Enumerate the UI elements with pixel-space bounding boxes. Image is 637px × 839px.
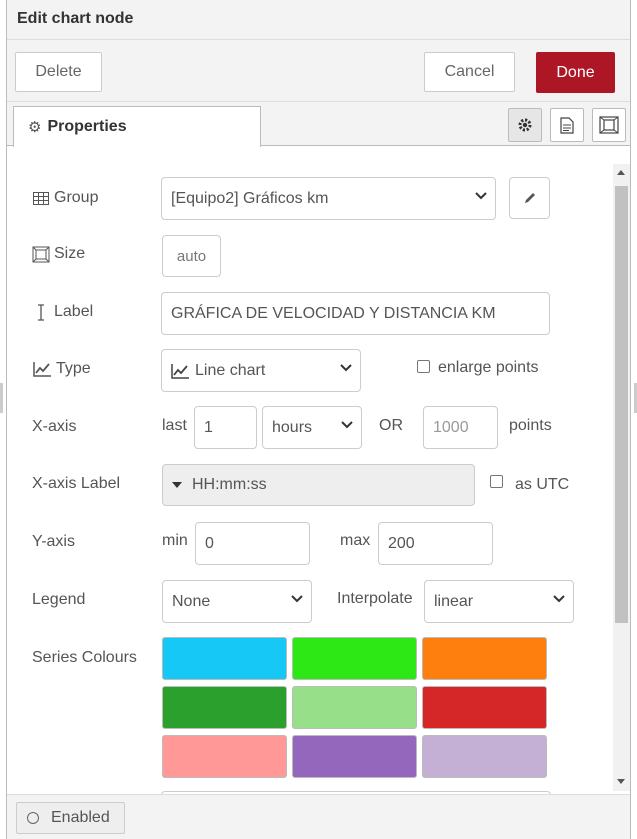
edit-group-button[interactable] (509, 177, 550, 219)
interpolate-label: Interpolate (337, 590, 413, 607)
appearance-tab-button[interactable] (592, 108, 626, 142)
yaxis-min-label: min (162, 532, 188, 549)
xaxis-label: X-axis (32, 418, 77, 435)
interpolate-select[interactable]: linear (424, 580, 574, 623)
chevron-down-icon (291, 595, 303, 603)
edit-tray: Edit chart node Delete Cancel Done ⚙ Pro… (6, 0, 631, 839)
size-label: Size (32, 243, 85, 265)
as-utc-label: as UTC (515, 476, 570, 493)
scrollbar[interactable] (613, 164, 630, 791)
enlarge-points-checkbox[interactable] (417, 360, 430, 373)
properties-form: Group [Equipo2] Gráficos km Size auto La… (7, 146, 612, 794)
yaxis-max-label: max (340, 532, 371, 549)
scroll-down-icon[interactable] (617, 779, 625, 784)
dialog-title: Edit chart node (17, 10, 134, 27)
group-select[interactable]: [Equipo2] Gráficos km (161, 177, 496, 220)
series-colours-label: Series Colours (32, 649, 137, 666)
type-select[interactable]: Line chart (161, 349, 361, 392)
scroll-up-icon[interactable] (617, 170, 625, 175)
properties-tab-button[interactable] (508, 108, 542, 142)
delete-button[interactable]: Delete (15, 52, 102, 92)
series-colour-swatch[interactable] (422, 735, 547, 778)
tray-header: Edit chart node (7, 0, 630, 40)
type-label: Type (32, 358, 91, 380)
yaxis-min-input[interactable]: 0 (195, 522, 310, 565)
enlarge-points-label: enlarge points (438, 359, 539, 376)
group-label: Group (32, 187, 98, 209)
yaxis-label: Y-axis (32, 533, 75, 550)
table-icon (32, 190, 50, 206)
series-colour-swatch[interactable] (292, 637, 417, 680)
pencil-icon (524, 193, 535, 203)
caret-down-icon (172, 482, 182, 488)
text-cursor-icon (32, 303, 50, 321)
done-button[interactable]: Done (536, 52, 615, 93)
resize-icon (32, 246, 50, 262)
cancel-button[interactable]: Cancel (424, 52, 515, 92)
chevron-down-icon (553, 595, 565, 603)
xaxis-points-label: points (509, 417, 552, 434)
series-colour-swatch[interactable] (422, 686, 547, 729)
gear-icon: ⚙ (28, 119, 42, 136)
line-chart-icon (171, 363, 190, 379)
legend-select[interactable]: None (162, 580, 312, 623)
tabs-bar: ⚙ Properties (7, 102, 630, 147)
xaxis-unit-select[interactable]: hours (262, 406, 362, 449)
scrollbar-thumb[interactable] (615, 186, 628, 623)
series-colour-swatch[interactable] (162, 637, 287, 680)
legend-label: Legend (32, 591, 86, 608)
appearance-icon (599, 116, 619, 134)
series-colour-swatch[interactable] (422, 637, 547, 680)
xaxis-label-label: X-axis Label (32, 475, 121, 492)
circle-icon (27, 812, 39, 824)
document-icon (560, 116, 574, 134)
enabled-toggle-button[interactable]: Enabled (16, 802, 125, 834)
gear-icon (518, 118, 532, 132)
line-chart-icon (32, 361, 52, 377)
tab-properties[interactable]: ⚙ Properties (13, 106, 261, 147)
chevron-down-icon (475, 192, 487, 200)
series-colour-swatch[interactable] (162, 686, 287, 729)
as-utc-checkbox[interactable] (490, 475, 503, 488)
yaxis-max-input[interactable]: 200 (378, 522, 493, 565)
series-colour-swatch[interactable] (292, 735, 417, 778)
size-button[interactable]: auto (162, 235, 221, 277)
description-tab-button[interactable] (550, 108, 584, 142)
tray-footer: Enabled (7, 794, 630, 839)
series-colour-swatch[interactable] (292, 686, 417, 729)
tray-toolbar: Delete Cancel Done (7, 40, 630, 102)
tab-properties-label: Properties (47, 118, 127, 135)
left-resize-handle[interactable] (0, 383, 3, 413)
xaxis-points-input[interactable]: 1000 (423, 406, 498, 449)
label-label: Label (32, 301, 93, 323)
xaxis-label-input[interactable]: HH:mm:ss (162, 464, 475, 506)
series-colour-swatch[interactable] (162, 735, 287, 778)
xaxis-last-input[interactable]: 1 (194, 406, 257, 449)
chevron-down-icon (341, 421, 353, 429)
xaxis-last-label: last (162, 417, 187, 434)
xaxis-or-label: OR (379, 417, 403, 434)
label-input[interactable]: GRÁFICA DE VELOCIDAD Y DISTANCIA KM (161, 292, 550, 335)
chevron-down-icon (340, 364, 352, 372)
